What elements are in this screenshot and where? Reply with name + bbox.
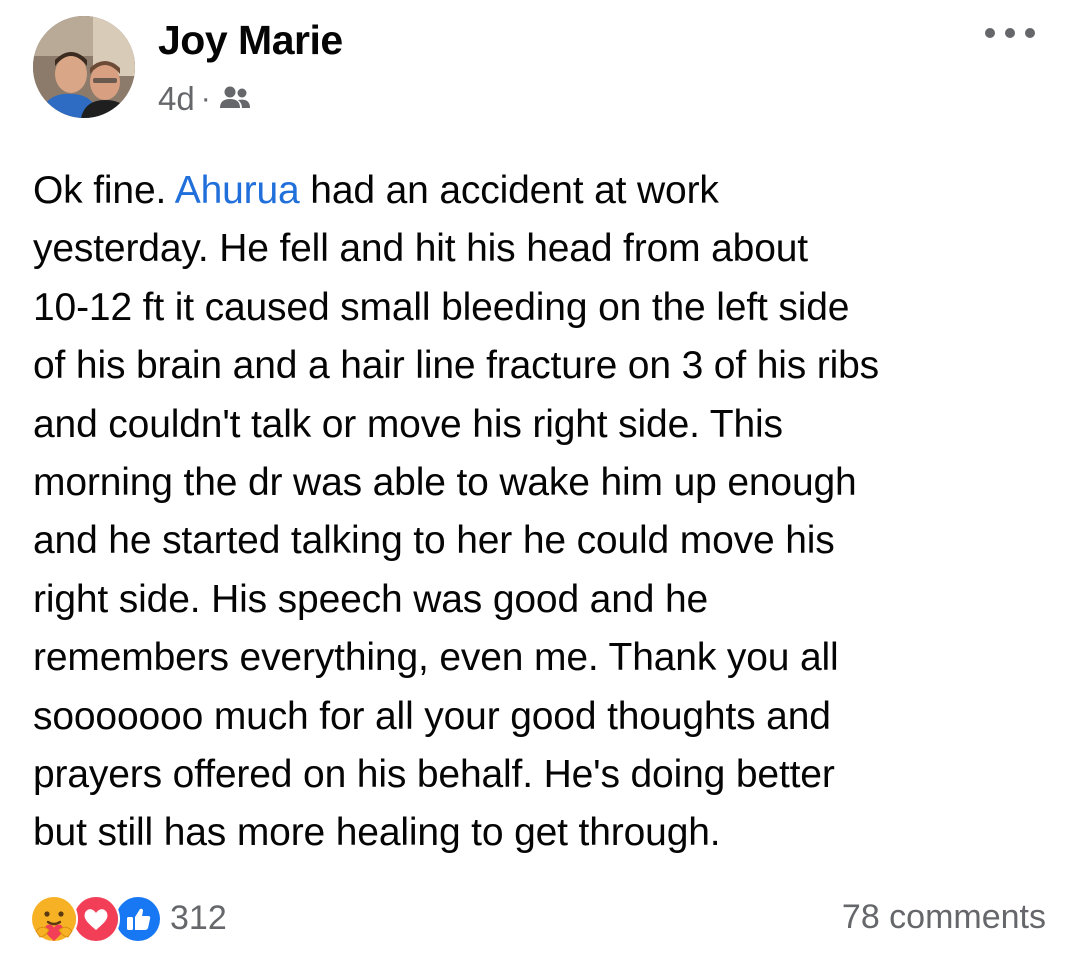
reaction-count[interactable]: 312 xyxy=(170,899,227,938)
post-text-line: right side. His speech was good and he xyxy=(33,577,709,621)
post-text-line: and couldn't talk or move his right side… xyxy=(33,402,783,446)
reaction-icons xyxy=(30,895,166,943)
meta-separator: · xyxy=(200,82,211,115)
post-timestamp[interactable]: 4d xyxy=(158,80,195,118)
post-text-line: sooooooo much for all your good thoughts… xyxy=(33,694,831,738)
post-text-line: and he started talking to her he could m… xyxy=(33,519,835,563)
post-text-line: remembers everything, even me. Thank you… xyxy=(33,636,839,680)
post-text-line: prayers offered on his behalf. He's doin… xyxy=(33,753,835,797)
post-text-line: 10-12 ft it caused small bleeding on the… xyxy=(33,285,850,329)
comments-count-link[interactable]: 78 comments xyxy=(842,898,1046,937)
reactions-summary[interactable]: 312 xyxy=(30,895,227,943)
post-text-line: of his brain and a hair line fracture on… xyxy=(33,344,880,388)
post-text-line: Ok fine. Ahurua had an accident at work xyxy=(33,162,1053,220)
post-text-line: morning the dr was able to wake him up e… xyxy=(33,461,857,505)
facebook-post: Joy Marie 4d · Ok fine. Ahurua had an ac… xyxy=(0,0,1080,959)
more-horizontal-icon xyxy=(985,28,995,38)
post-text: Ok fine. Ahurua had an accident at work … xyxy=(33,162,1053,863)
avatar-photo xyxy=(33,16,135,118)
love-icon xyxy=(72,895,120,943)
care-icon xyxy=(30,895,78,943)
post-text-segment: had an accident at work xyxy=(299,169,719,212)
post-meta: 4d · xyxy=(158,80,251,118)
friends-icon[interactable] xyxy=(219,84,251,114)
post-text-segment: Ok fine. xyxy=(33,169,175,212)
like-icon xyxy=(114,895,162,943)
post-text-line: but still has more healing to get throug… xyxy=(33,811,721,855)
author-name[interactable]: Joy Marie xyxy=(158,17,343,64)
mention-link[interactable]: Ahurua xyxy=(175,169,300,212)
more-options-button[interactable] xyxy=(985,18,1035,48)
more-dot xyxy=(1025,28,1035,38)
author-avatar[interactable] xyxy=(33,16,135,118)
post-text-line: yesterday. He fell and hit his head from… xyxy=(33,227,808,271)
more-dot xyxy=(1005,28,1015,38)
